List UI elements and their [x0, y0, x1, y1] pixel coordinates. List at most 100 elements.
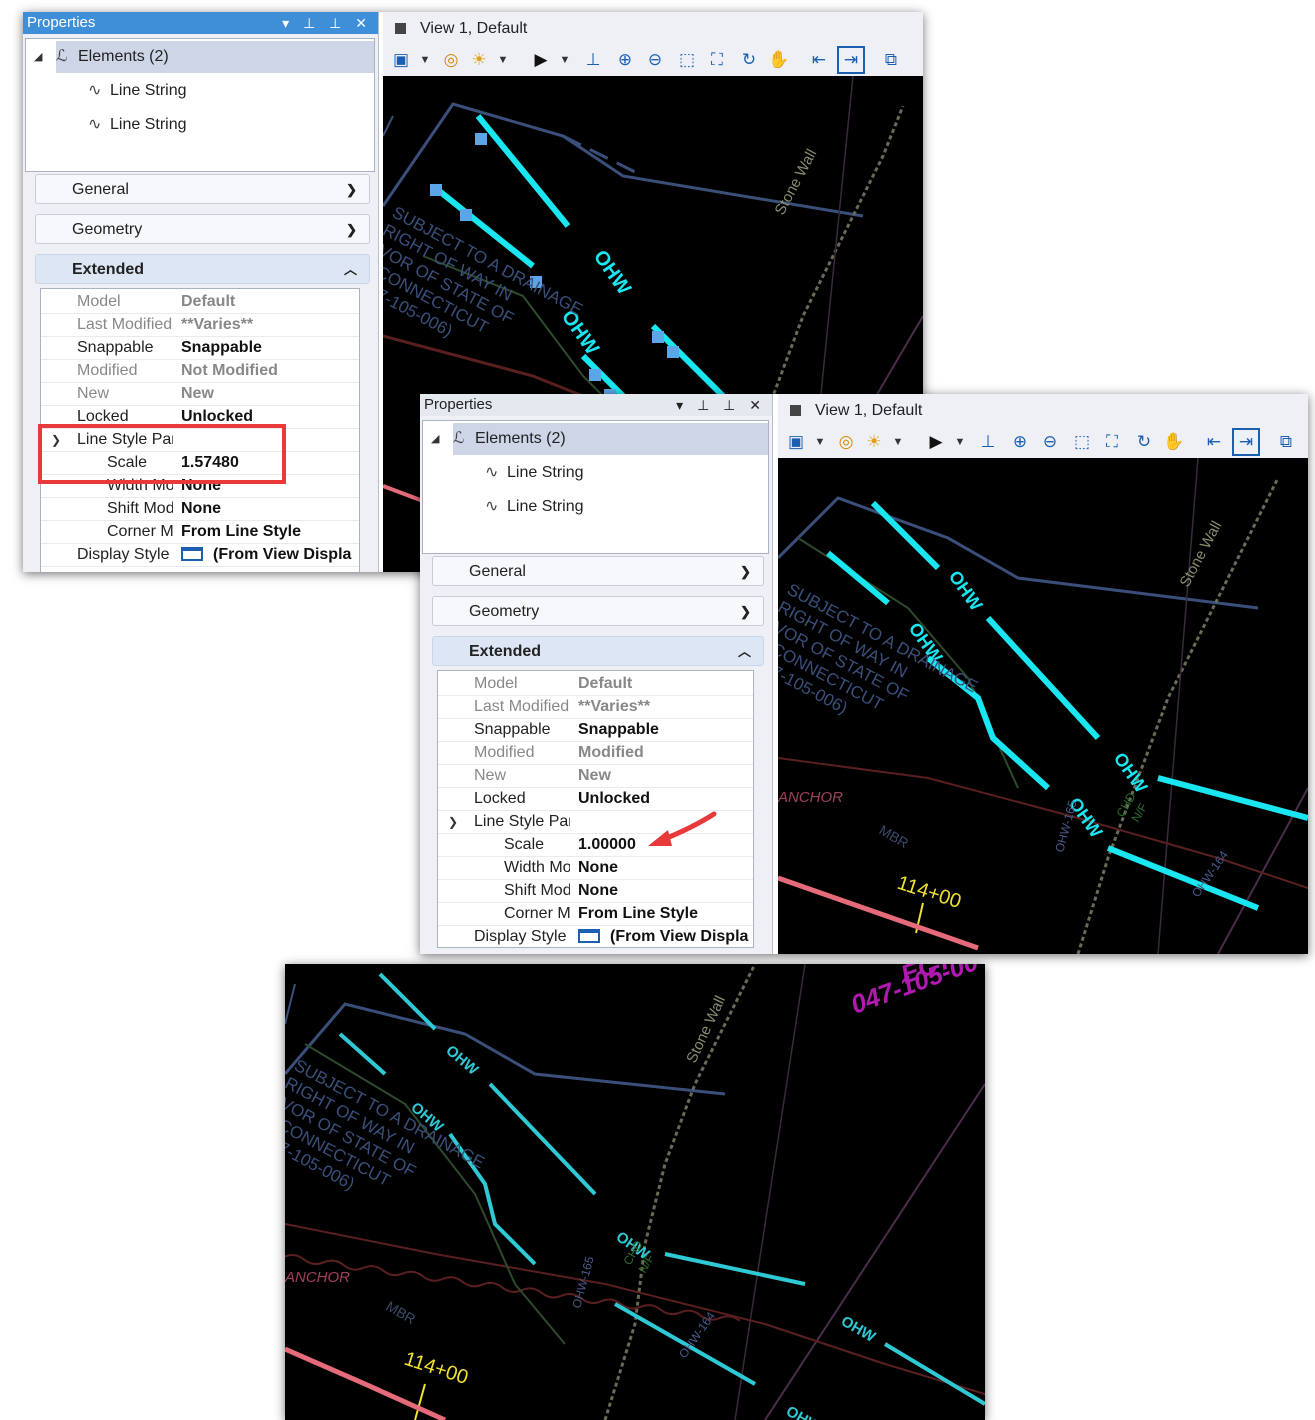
copy-view-icon[interactable]: ⧉ — [879, 48, 903, 72]
mbr-label: MBR — [384, 1298, 419, 1327]
view-attributes-icon[interactable]: ▣ — [784, 430, 808, 454]
fit-view-icon[interactable]: ⛶ — [1100, 430, 1124, 454]
elements-icon: ℒ — [453, 430, 465, 447]
view-title: View 1, Default — [420, 20, 528, 37]
row-model[interactable]: Model Default — [41, 291, 359, 314]
chevron-down-icon: ❯ — [346, 222, 357, 237]
tree-root-elements[interactable]: ◢ ℒ Elements (2) — [431, 423, 768, 455]
prop-value: New — [181, 385, 214, 402]
expand-triangle-icon[interactable]: ◢ — [34, 41, 42, 73]
section-label: Extended — [72, 261, 145, 278]
lighting-icon[interactable]: ☀ — [862, 430, 886, 454]
tree-item-line-string[interactable]: ∿ Line String — [88, 75, 187, 107]
dropdown-arrow-icon[interactable]: ▼ — [413, 48, 437, 72]
screenshot-drawing-result: OHW OHW OHW OHW OHW Stone Wall SUBJECT T… — [285, 964, 985, 1420]
properties-panel: Properties ▾ ⊥ ⊥ ✕ ◢ ℒ Elements (2) ∿ Line… — [420, 394, 773, 954]
select-cursor-icon[interactable]: ▶ — [529, 48, 553, 72]
prop-key: Display Style — [77, 546, 170, 563]
prop-value[interactable]: Snappable — [578, 719, 753, 741]
station-label: 114+00 — [894, 872, 963, 913]
ohw-label: OHW — [589, 246, 635, 299]
row-snappable[interactable]: Snappable Snappable — [438, 719, 753, 742]
previous-view-icon[interactable]: ⇤ — [1202, 430, 1226, 454]
section-general[interactable]: General ❯ — [35, 174, 370, 204]
pan-hand-icon[interactable]: ✋ — [767, 48, 791, 72]
row-corner-mode[interactable]: Corner M From Line Style — [438, 903, 753, 926]
section-extended[interactable]: Extended ︿ — [35, 254, 370, 284]
pan-hand-icon[interactable]: ✋ — [1162, 430, 1186, 454]
prop-value[interactable]: (From View Displa — [213, 546, 351, 563]
lighting-icon[interactable]: ☀ — [467, 48, 491, 72]
section-extended[interactable]: Extended ︿ — [432, 636, 764, 666]
row-new[interactable]: New New — [438, 765, 753, 788]
tree-item-line-string[interactable]: ∿ Line String — [88, 109, 187, 141]
tree-root-elements[interactable]: ◢ ℒ Elements (2) — [34, 41, 374, 73]
prop-value[interactable]: None — [578, 880, 753, 902]
section-label: Geometry — [72, 221, 143, 238]
display-style-icon[interactable]: ◎ — [834, 430, 858, 454]
row-width-mode[interactable]: Width Mo None — [438, 857, 753, 880]
row-display-style[interactable]: Display Style (From View Displa — [438, 926, 753, 947]
row-last-modified[interactable]: Last Modified **Varies** — [438, 696, 753, 719]
tree-item-label: Line String — [507, 498, 584, 515]
zoom-out-icon[interactable]: ⊖ — [643, 48, 667, 72]
section-general[interactable]: General ❯ — [432, 556, 764, 586]
row-snappable[interactable]: Snappable Snappable — [41, 337, 359, 360]
dropdown-arrow-icon[interactable]: ▼ — [948, 430, 972, 454]
next-view-icon[interactable]: ⇥ — [837, 46, 865, 74]
prop-value[interactable]: From Line Style — [181, 521, 359, 543]
title-bar-controls[interactable]: ▾ ⊥ ⊥ ✕ — [282, 12, 372, 34]
section-geometry[interactable]: Geometry ❯ — [35, 214, 370, 244]
prop-key: Modified — [474, 744, 535, 761]
brush-icon[interactable]: ⊥ — [976, 430, 1000, 454]
dropdown-arrow-icon[interactable]: ▼ — [808, 430, 832, 454]
row-new[interactable]: New New — [41, 383, 359, 406]
prop-value[interactable]: From Line Style — [578, 903, 753, 925]
row-corner-mode[interactable]: Corner M From Line Style — [41, 521, 359, 544]
view-attributes-icon[interactable]: ▣ — [389, 48, 413, 72]
select-cursor-icon[interactable]: ▶ — [924, 430, 948, 454]
brush-icon[interactable]: ⊥ — [581, 48, 605, 72]
title-bar-controls[interactable]: ▾ ⊥ ⊥ ✕ — [676, 394, 766, 416]
prop-value: **Varies** — [578, 698, 651, 715]
prop-key: Model — [474, 675, 518, 692]
prop-key: Line Style Par — [474, 813, 570, 830]
window-area-icon[interactable]: ⬚ — [675, 48, 699, 72]
fit-view-icon[interactable]: ⛶ — [705, 48, 729, 72]
properties-title-bar: Properties ▾ ⊥ ⊥ ✕ — [23, 12, 378, 34]
row-shift-mode[interactable]: Shift Mod None — [41, 498, 359, 521]
tree-item-line-string[interactable]: ∿ Line String — [485, 457, 584, 489]
zoom-in-icon[interactable]: ⊕ — [1008, 430, 1032, 454]
prop-value[interactable]: None — [578, 857, 753, 879]
prop-value[interactable]: Snappable — [181, 337, 359, 359]
zoom-out-icon[interactable]: ⊖ — [1038, 430, 1062, 454]
mbr-label: MBR — [877, 822, 912, 851]
dropdown-arrow-icon[interactable]: ▼ — [491, 48, 515, 72]
row-shift-mode[interactable]: Shift Mod None — [438, 880, 753, 903]
row-modified[interactable]: Modified Not Modified — [41, 360, 359, 383]
rotate-view-icon[interactable]: ↻ — [737, 48, 761, 72]
row-modified[interactable]: Modified Modified — [438, 742, 753, 765]
anchor-label: ANCHOR — [778, 789, 843, 806]
next-view-icon[interactable]: ⇥ — [1232, 428, 1260, 456]
row-last-modified[interactable]: Last Modified **Varies** — [41, 314, 359, 337]
station-label: 114+00 — [401, 1348, 470, 1389]
section-geometry[interactable]: Geometry ❯ — [432, 596, 764, 626]
copy-view-icon[interactable]: ⧉ — [1274, 430, 1298, 454]
prop-value[interactable]: None — [181, 498, 359, 520]
properties-title-bar: Properties ▾ ⊥ ⊥ ✕ — [420, 394, 772, 416]
expand-triangle-icon[interactable]: ◢ — [431, 423, 439, 455]
window-area-icon[interactable]: ⬚ — [1070, 430, 1094, 454]
row-display-style[interactable]: Display Style (From View Displa — [41, 544, 359, 567]
dropdown-arrow-icon[interactable]: ▼ — [553, 48, 577, 72]
chevron-down-icon[interactable]: ❯ — [448, 811, 458, 833]
cad-drawing[interactable]: OHW OHW OHW OHW Stone Wall SUBJECT TO A … — [778, 457, 1308, 954]
rotate-view-icon[interactable]: ↻ — [1132, 430, 1156, 454]
tree-item-line-string[interactable]: ∿ Line String — [485, 491, 584, 523]
zoom-in-icon[interactable]: ⊕ — [613, 48, 637, 72]
prop-value[interactable]: (From View Displa — [610, 928, 748, 945]
previous-view-icon[interactable]: ⇤ — [807, 48, 831, 72]
row-model[interactable]: Model Default — [438, 673, 753, 696]
display-style-icon[interactable]: ◎ — [439, 48, 463, 72]
dropdown-arrow-icon[interactable]: ▼ — [886, 430, 910, 454]
